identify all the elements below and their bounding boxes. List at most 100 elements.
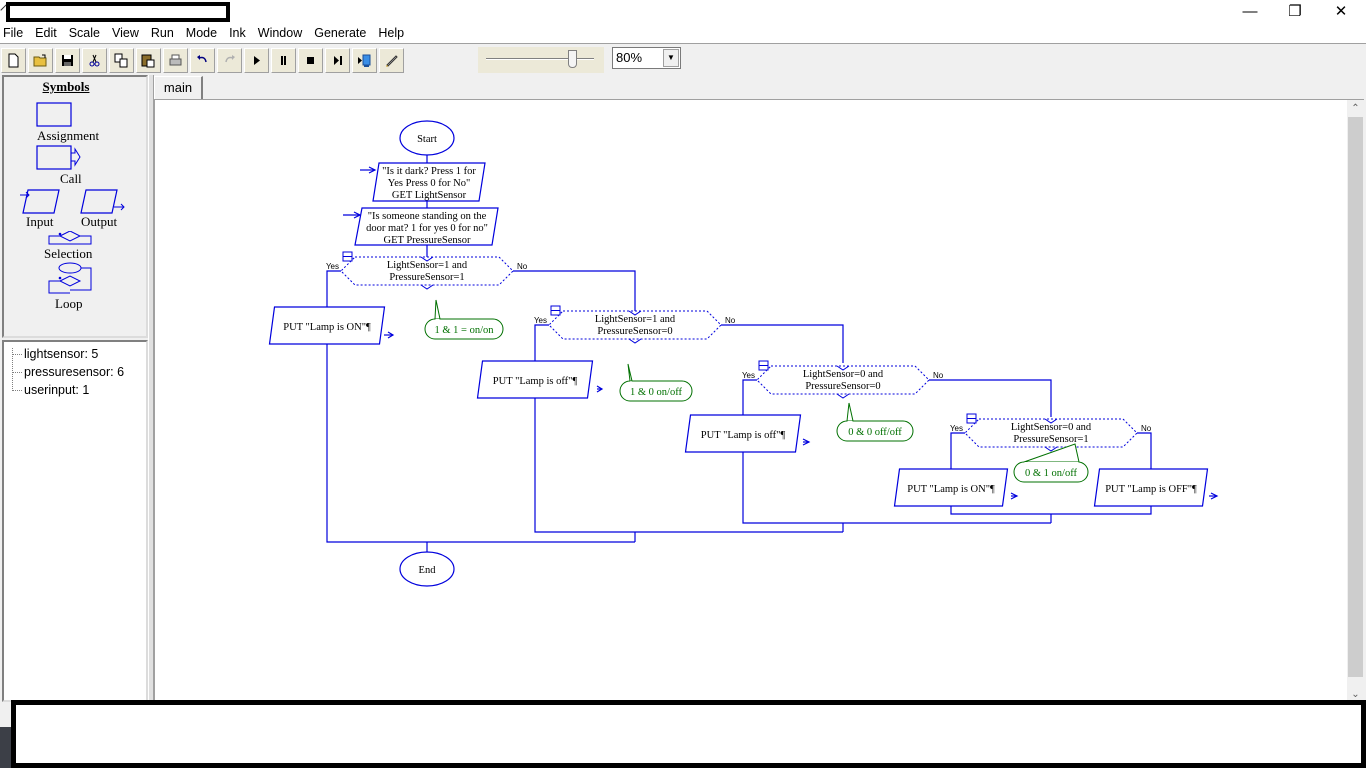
vertical-scrollbar[interactable]: ⌃ ⌄ (1347, 100, 1364, 703)
condition-line2: PressureSensor=1 (389, 272, 464, 283)
input2-line3: GET PressureSensor (383, 235, 471, 246)
menu-generate[interactable]: Generate (307, 23, 371, 43)
variable-item[interactable]: userinput: 1 (4, 381, 146, 399)
step-to-completion-icon (358, 54, 371, 67)
ink-button[interactable] (379, 48, 404, 73)
yes-label: Yes (326, 262, 339, 271)
step-icon (334, 56, 342, 65)
menu-ink[interactable]: Ink (222, 23, 251, 43)
output-symbol-icon[interactable] (80, 188, 130, 216)
output-text: PUT "Lamp is OFF"¶ (1105, 484, 1197, 495)
open-button[interactable] (28, 48, 53, 73)
input-symbol-icon[interactable] (18, 188, 64, 216)
variable-item[interactable]: pressuresensor: 6 (4, 363, 146, 381)
copy-icon (114, 53, 128, 68)
redacted-region (11, 700, 1366, 768)
input1-line3: GET LightSensor (392, 190, 467, 201)
menu-edit[interactable]: Edit (28, 23, 62, 43)
menu-file[interactable]: File (0, 23, 28, 43)
symbol-loop-label[interactable]: Loop (55, 296, 82, 312)
menu-run[interactable]: Run (144, 23, 179, 43)
comment-text: 0 & 0 off/off (848, 427, 902, 438)
condition-line1: LightSensor=0 and (1011, 422, 1092, 433)
title-bar: — ❐ ✕ (0, 0, 1366, 23)
speed-slider[interactable] (478, 47, 604, 73)
symbol-selection-label[interactable]: Selection (44, 246, 92, 262)
condition-line1: LightSensor=1 and (387, 260, 468, 271)
speed-slider-thumb[interactable] (568, 50, 577, 68)
zoom-dropdown[interactable]: 80% ▼ (612, 47, 681, 69)
assignment-symbol-icon[interactable] (36, 102, 76, 130)
input2-line2: door mat? 1 for yes 0 for no" (366, 223, 488, 234)
step-button[interactable] (325, 48, 350, 73)
start-label: Start (417, 134, 437, 145)
menu-view[interactable]: View (105, 23, 144, 43)
condition-line1: LightSensor=0 and (803, 369, 884, 380)
tab-main[interactable]: main (154, 76, 203, 100)
redo-button[interactable] (217, 48, 242, 73)
no-label: No (725, 316, 736, 325)
output-text: PUT "Lamp is ON"¶ (283, 322, 371, 333)
menu-help[interactable]: Help (371, 23, 409, 43)
new-button[interactable] (1, 48, 26, 73)
play-icon (254, 56, 260, 65)
taskbar-fragment (0, 727, 11, 768)
scrollbar-thumb[interactable] (1348, 117, 1363, 677)
copy-button[interactable] (109, 48, 134, 73)
cut-button[interactable] (82, 48, 107, 73)
menu-mode[interactable]: Mode (179, 23, 222, 43)
input2-line1: "Is someone standing on the (368, 211, 487, 222)
comment-text: 0 & 1 on/off (1025, 468, 1078, 479)
scroll-up-icon[interactable]: ⌃ (1347, 100, 1364, 117)
symbol-output-label[interactable]: Output (81, 214, 117, 230)
symbols-panel: Symbols Assignment Call Input Output Sel… (2, 75, 148, 338)
paste-button[interactable] (136, 48, 161, 73)
condition-line1: LightSensor=1 and (595, 314, 676, 325)
condition-line2: PressureSensor=0 (805, 381, 880, 392)
symbols-title: Symbols (42, 79, 90, 94)
minimize-button[interactable]: — (1227, 0, 1273, 22)
comment-text: 1 & 0 on/off (630, 387, 683, 398)
execute-button[interactable] (244, 48, 269, 73)
flowchart-canvas[interactable]: Start End "Is it dark? Press 1 for Yes P… (155, 100, 1347, 703)
stop-icon (307, 57, 314, 64)
menu-scale[interactable]: Scale (62, 23, 105, 43)
decisions-group: LightSensor=1 andPressureSensor=1Yes No1 … (268, 251, 1209, 507)
variable-item[interactable]: lightsensor: 5 (4, 345, 146, 363)
symbol-input-label[interactable]: Input (26, 214, 53, 230)
chevron-down-icon[interactable]: ▼ (663, 49, 679, 67)
print-icon (169, 54, 182, 66)
symbol-call-label[interactable]: Call (60, 171, 82, 187)
output-text: PUT "Lamp is off"¶ (701, 430, 786, 441)
yes-label: Yes (742, 371, 755, 380)
symbol-assignment-label[interactable]: Assignment (37, 128, 99, 144)
comment-tail (627, 363, 633, 382)
call-symbol-icon[interactable] (36, 145, 96, 173)
save-button[interactable] (55, 48, 80, 73)
pause-button[interactable] (271, 48, 296, 73)
stop-button[interactable] (298, 48, 323, 73)
close-button[interactable]: ✕ (1318, 0, 1364, 22)
minimize-icon: — (1242, 2, 1258, 20)
toolbar: 80% ▼ (0, 43, 1366, 75)
speed-slider-track (486, 58, 594, 60)
input1-line1: "Is it dark? Press 1 for (382, 166, 476, 177)
condition-line2: PressureSensor=0 (597, 326, 672, 337)
new-file-icon (8, 53, 19, 68)
print-button[interactable] (163, 48, 188, 73)
comment-tail (846, 402, 854, 422)
yes-label: Yes (950, 424, 963, 433)
cut-icon (89, 54, 100, 67)
flowchart-svg: Start End "Is it dark? Press 1 for Yes P… (268, 120, 1219, 587)
maximize-button[interactable]: ❐ (1272, 0, 1318, 22)
comment-tail (434, 299, 441, 320)
window-title-redacted (6, 2, 230, 22)
zoom-value: 80% (616, 50, 643, 65)
end-label: End (419, 565, 437, 576)
menu-window[interactable]: Window (251, 23, 307, 43)
undo-button[interactable] (190, 48, 215, 73)
step-to-completion-button[interactable] (352, 48, 377, 73)
save-icon (62, 55, 73, 66)
close-icon: ✕ (1334, 3, 1348, 20)
raptor-window: — ❐ ✕ File Edit Scale View Run Mode Ink … (0, 0, 1366, 768)
